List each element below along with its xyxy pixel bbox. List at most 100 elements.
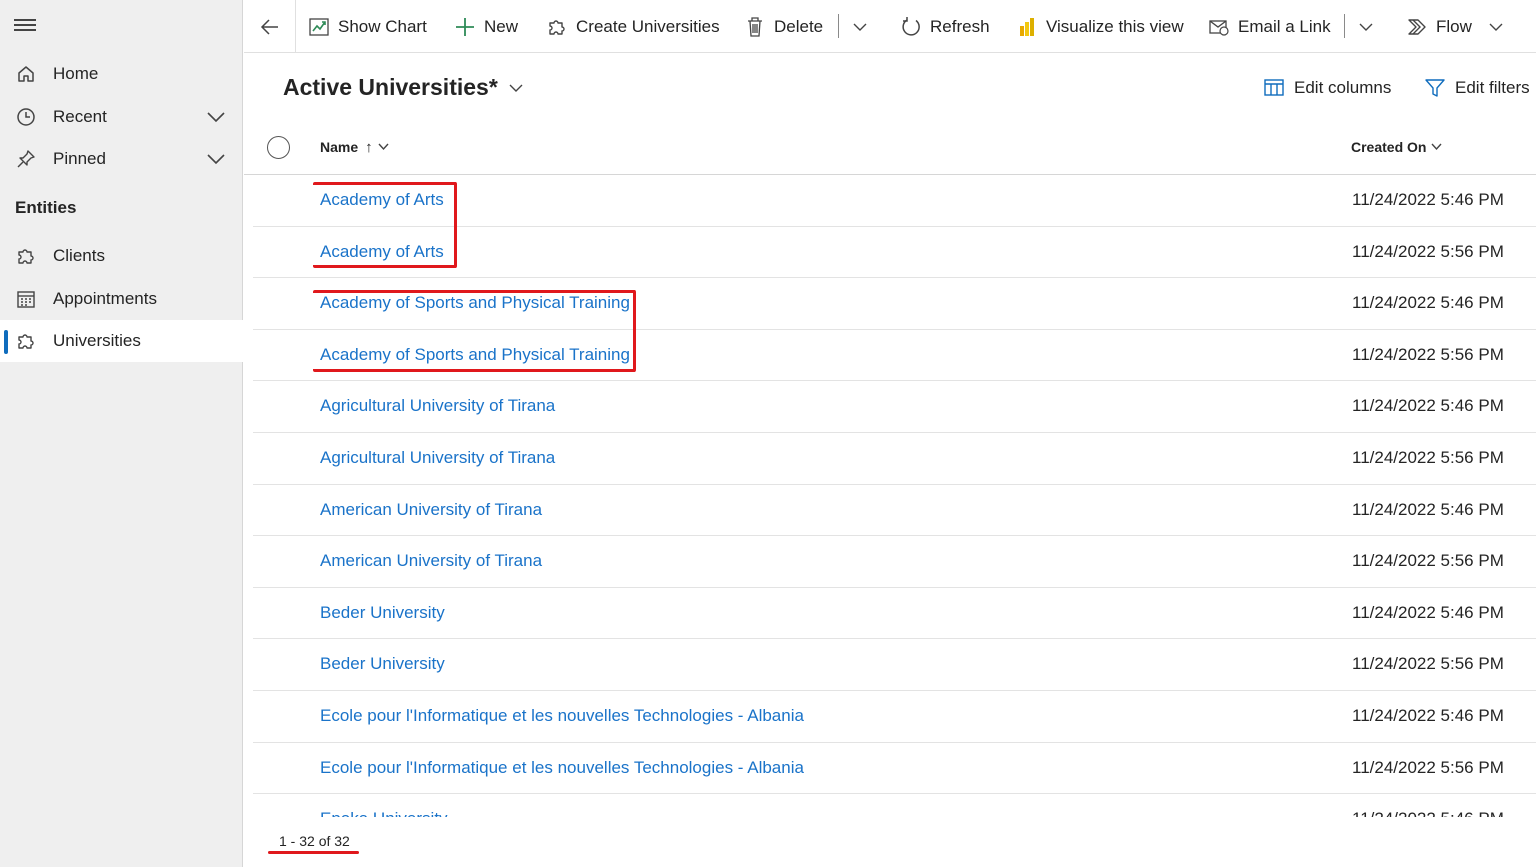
- chevron-down-icon: [508, 75, 524, 102]
- created-on-cell: 11/24/2022 5:56 PM: [1352, 448, 1504, 467]
- email-link-icon: [1208, 16, 1230, 38]
- table-row[interactable]: Agricultural University of Tirana 11/24/2…: [244, 381, 1536, 433]
- show-chart-button[interactable]: Show Chart: [308, 0, 427, 53]
- email-link-label: Email a Link: [1238, 16, 1331, 36]
- created-on-cell: 11/24/2022 5:56 PM: [1352, 654, 1504, 674]
- table-row[interactable]: Epoka University 11/24/2022 5:46 PM: [244, 794, 1536, 817]
- delete-label: Delete: [774, 16, 824, 36]
- sidebar-item-appointments[interactable]: Appointments: [0, 278, 243, 320]
- flow-label: Flow: [1436, 16, 1472, 36]
- column-header-created-on[interactable]: Created On: [1351, 120, 1442, 174]
- record-name-link[interactable]: Agricultural University of Tirana: [320, 448, 555, 468]
- created-on-cell: 11/24/2022 5:46 PM: [1352, 602, 1504, 622]
- create-universities-label: Create Universities: [576, 16, 720, 36]
- column-header-created-on-label: Created On: [1351, 139, 1427, 155]
- created-on-cell: 11/24/2022 5:46 PM: [1352, 706, 1504, 725]
- created-on-cell: 11/24/2022 5:56 PM: [1352, 757, 1504, 777]
- sidebar-section-entities: Entities: [15, 198, 77, 217]
- sort-ascending-icon: ↑: [365, 138, 373, 156]
- divider: [1344, 14, 1345, 38]
- select-all-checkbox[interactable]: [267, 136, 290, 159]
- back-button[interactable]: [244, 0, 296, 53]
- home-icon: [15, 63, 37, 85]
- visualize-view-button[interactable]: Visualize this view: [1016, 0, 1184, 53]
- annotation-box-duplicates-arts: [313, 182, 457, 268]
- flow-chevron-down-icon[interactable]: [1484, 0, 1508, 53]
- record-name-link[interactable]: Ecole pour l'Informatique et les nouvell…: [320, 758, 804, 778]
- record-count: 1 - 32 of 32: [279, 833, 350, 849]
- trash-icon: [744, 16, 766, 38]
- record-name-link[interactable]: American University of Tirana: [320, 500, 542, 520]
- puzzle-icon: [546, 16, 568, 38]
- flow-icon: [1406, 16, 1428, 38]
- delete-button[interactable]: Delete: [744, 0, 823, 53]
- created-on-cell: 11/24/2022 5:56 PM: [1352, 344, 1504, 364]
- edit-columns-icon: [1263, 77, 1285, 99]
- record-name-link[interactable]: Epoka University: [320, 809, 448, 817]
- record-name-link[interactable]: Beder University: [320, 654, 445, 674]
- pin-icon: [15, 148, 37, 170]
- chevron-down-icon: [378, 139, 389, 155]
- more-email-options-chevron-icon[interactable]: [1354, 0, 1378, 53]
- calendar-icon: [15, 288, 37, 310]
- show-chart-label: Show Chart: [338, 16, 427, 36]
- created-on-cell: 11/24/2022 5:46 PM: [1352, 499, 1504, 519]
- sidebar-item-universities[interactable]: Universities: [0, 320, 243, 362]
- divider: [838, 14, 839, 38]
- table-row[interactable]: American University of Tirana 11/24/2022 …: [244, 536, 1536, 588]
- created-on-cell: 11/24/2022 5:46 PM: [1352, 293, 1504, 313]
- visualize-label: Visualize this view: [1046, 16, 1184, 36]
- command-bar: Show Chart New Create Universities Delet…: [244, 0, 1536, 53]
- record-name-link[interactable]: American University of Tirana: [320, 551, 542, 571]
- sidebar-item-label: Recent: [53, 107, 107, 126]
- email-link-button[interactable]: Email a Link: [1208, 0, 1331, 53]
- view-selector[interactable]: Active Universities*: [283, 72, 524, 102]
- chevron-down-icon[interactable]: [205, 148, 227, 175]
- column-header-name[interactable]: Name ↑: [320, 120, 389, 174]
- created-on-cell: 11/24/2022 5:56 PM: [1352, 241, 1504, 261]
- annotation-underline-count: [268, 851, 359, 854]
- sidebar: Home Recent Pinned Entities Clients Appo…: [0, 0, 243, 867]
- filter-icon: [1424, 77, 1446, 99]
- puzzle-icon: [15, 330, 37, 352]
- table-row[interactable]: Agricultural University of Tirana 11/24/2…: [244, 433, 1536, 485]
- created-on-cell: 11/24/2022 5:46 PM: [1352, 396, 1504, 416]
- table-row[interactable]: Beder University 11/24/2022 5:46 PM: [244, 588, 1536, 640]
- edit-filters-button[interactable]: Edit filters: [1424, 75, 1530, 101]
- clock-icon: [15, 106, 37, 128]
- created-on-cell: 11/24/2022 5:46 PM: [1352, 190, 1504, 209]
- created-on-cell: 11/24/2022 5:46 PM: [1352, 809, 1504, 817]
- sidebar-item-pinned[interactable]: Pinned: [0, 138, 243, 180]
- new-button[interactable]: New: [454, 0, 518, 53]
- record-name-link[interactable]: Ecole pour l'Informatique et les nouvell…: [320, 706, 804, 726]
- table-row[interactable]: Ecole pour l'Informatique et les nouvell…: [244, 743, 1536, 795]
- chevron-down-icon: [1431, 139, 1442, 155]
- refresh-icon: [900, 16, 922, 38]
- column-header-name-label: Name: [320, 139, 359, 155]
- more-delete-options-chevron-icon[interactable]: [848, 0, 872, 53]
- sidebar-item-label: Universities: [53, 331, 141, 350]
- hamburger-menu-icon[interactable]: [14, 16, 36, 36]
- create-universities-button[interactable]: Create Universities: [546, 0, 720, 53]
- created-on-cell: 11/24/2022 5:56 PM: [1352, 551, 1504, 571]
- edit-filters-label: Edit filters: [1455, 78, 1530, 97]
- refresh-button[interactable]: Refresh: [900, 0, 990, 53]
- chevron-down-icon[interactable]: [205, 106, 227, 133]
- table-row[interactable]: Beder University 11/24/2022 5:56 PM: [244, 639, 1536, 691]
- sidebar-item-label: Home: [53, 64, 99, 83]
- refresh-label: Refresh: [930, 16, 990, 36]
- sidebar-item-clients[interactable]: Clients: [0, 235, 243, 277]
- flow-button[interactable]: Flow: [1406, 0, 1472, 53]
- puzzle-icon: [15, 245, 37, 267]
- table-row[interactable]: Ecole pour l'Informatique et les nouvell…: [244, 691, 1536, 743]
- record-name-link[interactable]: Beder University: [320, 603, 445, 623]
- sidebar-item-recent[interactable]: Recent: [0, 96, 243, 138]
- plus-icon: [454, 16, 476, 38]
- sidebar-item-home[interactable]: Home: [0, 53, 243, 95]
- edit-columns-button[interactable]: Edit columns: [1263, 75, 1391, 101]
- record-name-link[interactable]: Agricultural University of Tirana: [320, 396, 555, 416]
- new-label: New: [484, 16, 519, 36]
- sidebar-item-label: Pinned: [53, 149, 106, 168]
- table-row[interactable]: American University of Tirana 11/24/2022 …: [244, 485, 1536, 537]
- records-grid: Academy of Arts 11/24/2022 5:46 PM Academy…: [244, 175, 1536, 817]
